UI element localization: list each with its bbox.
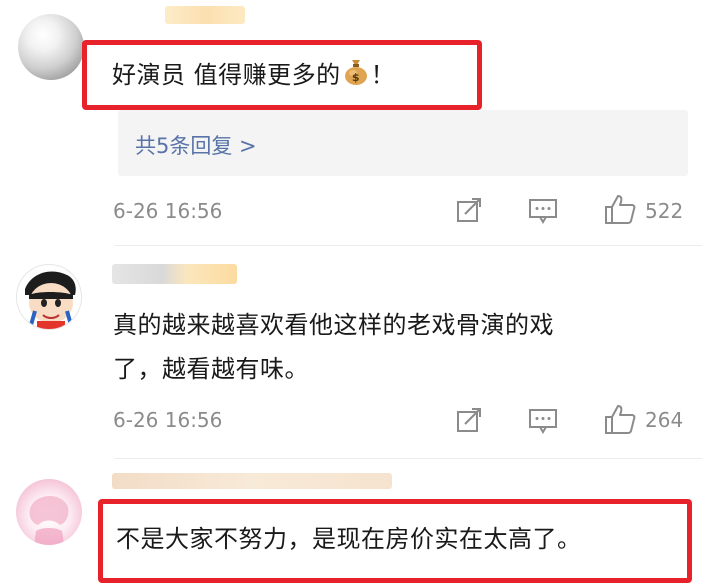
view-replies-link[interactable]: 共5条回复 > (135, 130, 257, 160)
comment-item: 不是大家不努力，是现在房价实在太高了。 (0, 459, 702, 586)
avatar[interactable] (18, 14, 84, 80)
comment-text: 好演员 值得赚更多的 $ ！ (112, 56, 395, 96)
username-blurred[interactable] (112, 473, 392, 489)
repost-icon[interactable] (455, 196, 483, 228)
money-bag-icon: $ (343, 57, 369, 96)
repost-icon[interactable] (455, 406, 483, 438)
username-blurred[interactable] (112, 264, 237, 284)
like-count: 522 (645, 199, 684, 223)
comment-icon[interactable] (528, 197, 558, 229)
comment-timestamp: 6-26 16:56 (113, 408, 223, 432)
username-blurred[interactable] (165, 6, 245, 24)
comment-item: 真的越来越喜欢看他这样的老戏骨演的戏 了，越看越有味。 6-26 16:56 2… (0, 246, 702, 460)
comment-icon[interactable] (528, 407, 558, 439)
like-icon[interactable] (603, 193, 637, 229)
avatar[interactable] (16, 264, 82, 330)
comment-text: 不是大家不努力，是现在房价实在太高了。 (116, 525, 582, 553)
avatar[interactable] (16, 479, 82, 545)
comment-item: 好演员 值得赚更多的 $ ！ 共5条回复 > 6-26 16:56 522 (0, 0, 702, 245)
like-count: 264 (645, 408, 684, 432)
like-icon[interactable] (603, 403, 637, 439)
comment-text: 真的越来越喜欢看他这样的老戏骨演的戏 了，越看越有味。 (113, 311, 554, 383)
comment-timestamp: 6-26 16:56 (113, 199, 223, 223)
svg-text:$: $ (352, 71, 360, 84)
